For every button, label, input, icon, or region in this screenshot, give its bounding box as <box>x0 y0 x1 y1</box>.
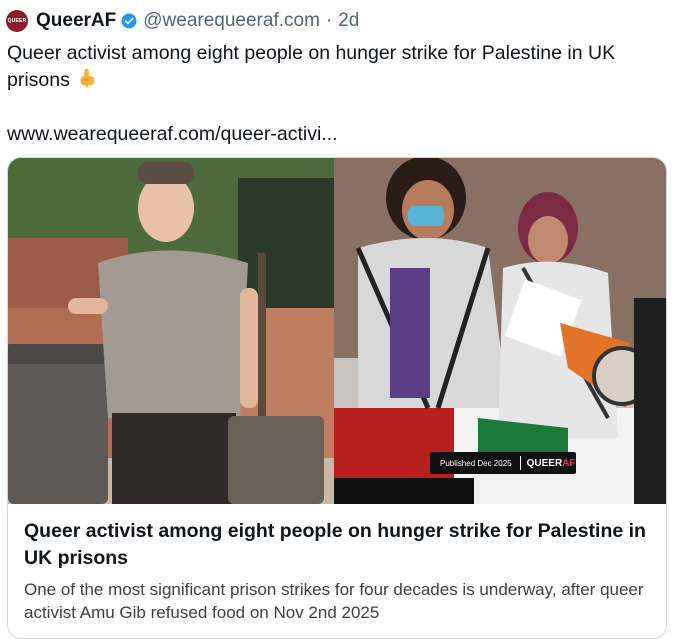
post-header: QUEER QueerAF @wearequeeraf.com · 2d <box>6 9 359 33</box>
badge-divider <box>519 456 521 470</box>
card-title[interactable]: Queer activist among eight people on hun… <box>24 518 654 572</box>
preview-image[interactable]: Published Dec 2025 QUEERAF <box>8 158 666 504</box>
card-text: Queer activist among eight people on hun… <box>24 518 654 624</box>
published-badge: Published Dec 2025 QUEERAF <box>430 452 576 474</box>
display-name[interactable]: QueerAF <box>36 10 116 32</box>
badge-logo-af: AF <box>562 457 576 469</box>
verified-badge-icon <box>121 13 137 29</box>
avatar-text: QUEER <box>7 18 27 24</box>
post-timestamp[interactable]: 2d <box>338 10 359 32</box>
post-text: Queer activist among eight people on hun… <box>7 40 667 97</box>
post-link[interactable]: www.wearequeeraf.com/queer-activi... <box>7 121 338 148</box>
link-preview-card[interactable]: Published Dec 2025 QUEERAF Queer activis… <box>7 157 667 639</box>
post-text-content: Queer activist among eight people on hun… <box>7 42 616 91</box>
badge-logo: QUEERAF <box>527 458 576 469</box>
card-description: One of the most significant prison strik… <box>24 580 644 622</box>
separator-dot: · <box>325 10 333 31</box>
avatar[interactable]: QUEER <box>6 10 28 32</box>
pointing-down-icon <box>76 67 98 97</box>
post[interactable]: QUEER QueerAF @wearequeeraf.com · 2d Que… <box>0 0 676 639</box>
published-date: Published Dec 2025 <box>440 458 512 468</box>
badge-logo-queer: QUEER <box>526 457 563 469</box>
user-handle[interactable]: @wearequeeraf.com <box>143 10 320 32</box>
